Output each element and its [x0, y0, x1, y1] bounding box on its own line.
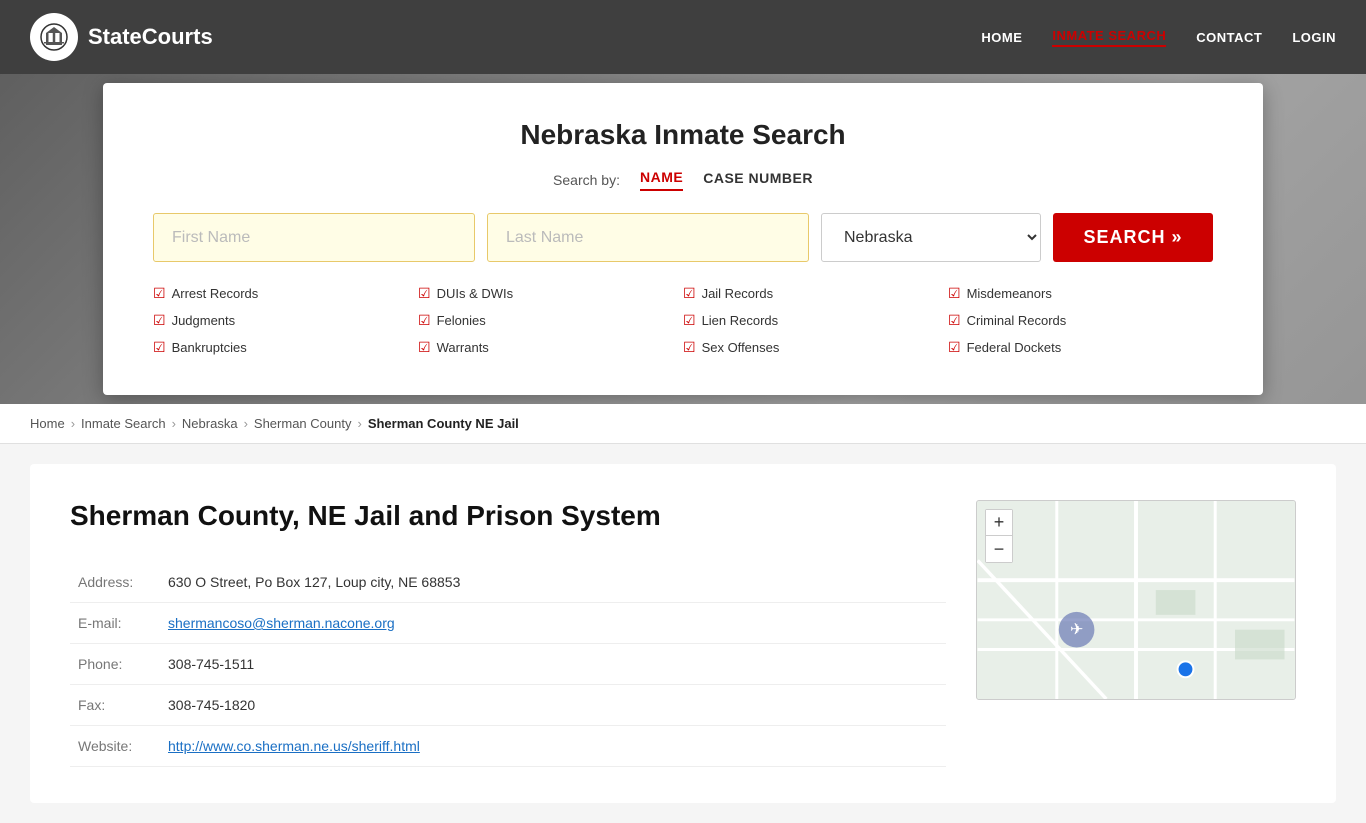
checkbox-label: Arrest Records	[172, 286, 259, 301]
info-row: Address:630 O Street, Po Box 127, Loup c…	[70, 562, 946, 603]
checkbox-item: ☑ Federal Dockets	[948, 336, 1213, 359]
last-name-input[interactable]	[487, 213, 809, 262]
checkbox-item: ☑ Criminal Records	[948, 309, 1213, 332]
checkbox-label: Judgments	[172, 313, 236, 328]
nav-contact[interactable]: CONTACT	[1196, 30, 1262, 45]
nav-inmate-search[interactable]: INMATE SEARCH	[1052, 28, 1166, 47]
breadcrumb-link[interactable]: Inmate Search	[81, 416, 166, 431]
check-icon: ☑	[948, 285, 961, 302]
info-link[interactable]: shermancoso@sherman.nacone.org	[168, 615, 395, 631]
checkbox-item: ☑ Bankruptcies	[153, 336, 418, 359]
check-icon: ☑	[418, 285, 431, 302]
checkbox-item: ☑ DUIs & DWIs	[418, 282, 683, 305]
checkbox-item: ☑ Felonies	[418, 309, 683, 332]
map-zoom-in[interactable]: +	[986, 510, 1012, 536]
jail-title: Sherman County, NE Jail and Prison Syste…	[70, 500, 946, 532]
header-nav: HOME INMATE SEARCH CONTACT LOGIN	[981, 28, 1336, 47]
info-value: 308-745-1511	[160, 644, 946, 685]
checkbox-label: Warrants	[437, 340, 489, 355]
content-card: Sherman County, NE Jail and Prison Syste…	[30, 464, 1336, 803]
checkbox-item: ☑ Sex Offenses	[683, 336, 948, 359]
checkbox-item: ☑ Judgments	[153, 309, 418, 332]
tab-name[interactable]: NAME	[640, 169, 683, 191]
check-icon: ☑	[948, 312, 961, 329]
search-by-label: Search by:	[553, 172, 620, 188]
check-icon: ☑	[153, 285, 166, 302]
checkbox-item: ☑ Misdemeanors	[948, 282, 1213, 305]
svg-text:✈: ✈	[1070, 622, 1083, 639]
checkbox-label: DUIs & DWIs	[437, 286, 514, 301]
search-by-row: Search by: NAME CASE NUMBER	[153, 169, 1213, 191]
search-button[interactable]: SEARCH »	[1053, 213, 1213, 262]
content-right: + − ✈	[976, 500, 1296, 767]
info-link[interactable]: http://www.co.sherman.ne.us/sheriff.html	[168, 738, 420, 754]
main-content: Sherman County, NE Jail and Prison Syste…	[0, 444, 1366, 823]
check-icon: ☑	[948, 339, 961, 356]
check-icon: ☑	[418, 339, 431, 356]
info-row: Fax:308-745-1820	[70, 685, 946, 726]
logo[interactable]: StateCourts	[30, 13, 213, 61]
breadcrumb: Home › Inmate Search › Nebraska › Sherman Coun…	[0, 404, 1366, 444]
check-icon: ☑	[153, 339, 166, 356]
breadcrumb-separator: ›	[357, 416, 361, 431]
search-title: Nebraska Inmate Search	[153, 119, 1213, 151]
check-icon: ☑	[683, 312, 696, 329]
info-label: Website:	[70, 726, 160, 767]
map-container: + − ✈	[976, 500, 1296, 700]
info-row: Website: http://www.co.sherman.ne.us/sher…	[70, 726, 946, 767]
info-label: Phone:	[70, 644, 160, 685]
info-value[interactable]: http://www.co.sherman.ne.us/sheriff.html	[160, 726, 946, 767]
tab-case-number[interactable]: CASE NUMBER	[703, 170, 813, 190]
info-row: Phone:308-745-1511	[70, 644, 946, 685]
nav-home[interactable]: HOME	[981, 30, 1022, 45]
checkbox-label: Jail Records	[702, 286, 774, 301]
jail-info-table: Address:630 O Street, Po Box 127, Loup c…	[70, 562, 946, 767]
breadcrumb-separator: ›	[244, 416, 248, 431]
breadcrumb-link[interactable]: Home	[30, 416, 65, 431]
breadcrumb-link[interactable]: Sherman County	[254, 416, 352, 431]
checkbox-label: Misdemeanors	[967, 286, 1052, 301]
info-value: 308-745-1820	[160, 685, 946, 726]
header: StateCourts HOME INMATE SEARCH CONTACT L…	[0, 0, 1366, 74]
checkbox-item: ☑ Lien Records	[683, 309, 948, 332]
checkbox-label: Lien Records	[702, 313, 779, 328]
logo-text: StateCourts	[88, 24, 213, 50]
breadcrumb-separator: ›	[71, 416, 75, 431]
checkbox-label: Criminal Records	[967, 313, 1067, 328]
hero-section: COURTHOUSE Nebraska Inmate Search Search…	[0, 74, 1366, 404]
checkbox-label: Federal Dockets	[967, 340, 1062, 355]
checkbox-label: Felonies	[437, 313, 486, 328]
checkbox-label: Sex Offenses	[702, 340, 780, 355]
checkbox-item: ☑ Warrants	[418, 336, 683, 359]
search-inputs-row: AlabamaAlaskaArizonaArkansasCaliforniaCo…	[153, 213, 1213, 262]
breadcrumb-link[interactable]: Nebraska	[182, 416, 238, 431]
info-value[interactable]: shermancoso@sherman.nacone.org	[160, 603, 946, 644]
map-svg: ✈	[977, 501, 1295, 699]
info-label: Address:	[70, 562, 160, 603]
state-select[interactable]: AlabamaAlaskaArizonaArkansasCaliforniaCo…	[821, 213, 1041, 262]
check-icon: ☑	[683, 285, 696, 302]
nav-login[interactable]: LOGIN	[1292, 30, 1336, 45]
info-value: 630 O Street, Po Box 127, Loup city, NE …	[160, 562, 946, 603]
breadcrumb-current: Sherman County NE Jail	[368, 416, 519, 431]
info-row: E-mail: shermancoso@sherman.nacone.org	[70, 603, 946, 644]
checkbox-item: ☑ Jail Records	[683, 282, 948, 305]
map-controls: + −	[985, 509, 1013, 563]
content-left: Sherman County, NE Jail and Prison Syste…	[70, 500, 946, 767]
first-name-input[interactable]	[153, 213, 475, 262]
info-label: Fax:	[70, 685, 160, 726]
search-modal: Nebraska Inmate Search Search by: NAME C…	[103, 83, 1263, 395]
logo-icon	[30, 13, 78, 61]
breadcrumb-separator: ›	[172, 416, 176, 431]
checkbox-label: Bankruptcies	[172, 340, 247, 355]
check-icon: ☑	[418, 312, 431, 329]
info-label: E-mail:	[70, 603, 160, 644]
map-zoom-out[interactable]: −	[986, 536, 1012, 562]
checkbox-item: ☑ Arrest Records	[153, 282, 418, 305]
check-icon: ☑	[153, 312, 166, 329]
checkboxes-grid: ☑ Arrest Records ☑ DUIs & DWIs ☑ Jail Records…	[153, 282, 1213, 359]
check-icon: ☑	[683, 339, 696, 356]
